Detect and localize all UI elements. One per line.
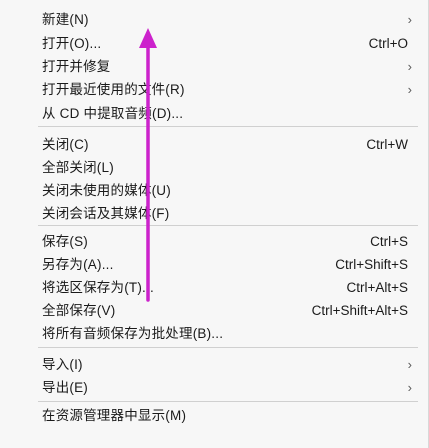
menu-item-label: 导入(I) (42, 357, 83, 372)
menu-item-open-and-repair[interactable]: 打开并修复 › (0, 57, 420, 77)
menu-item-label: 全部关闭(L) (42, 160, 114, 175)
menu-item-label: 关闭会话及其媒体(F) (42, 206, 170, 221)
chevron-right-icon: › (407, 357, 412, 372)
menu-item-label: 在资源管理器中显示(M) (42, 408, 187, 423)
menu-item-label: 将所有音频保存为批处理(B)... (42, 326, 224, 341)
menu-separator (38, 225, 418, 226)
menu-item-label: 导出(E) (42, 380, 88, 395)
chevron-right-icon: › (407, 12, 412, 27)
menu-item-save-all[interactable]: 全部保存(V) Ctrl+Shift+Alt+S (0, 301, 420, 321)
shortcut-label: Ctrl+Alt+S (346, 280, 408, 295)
shortcut-label: Ctrl+Shift+S (335, 257, 408, 272)
shortcut-label: Ctrl+Shift+Alt+S (311, 303, 408, 318)
menu-item-label: 另存为(A)... (42, 257, 114, 272)
menu-separator (38, 126, 418, 127)
menu-item-label: 关闭未使用的媒体(U) (42, 183, 171, 198)
chevron-right-icon: › (407, 59, 412, 74)
file-menu: 新建(N) › 打开(O)... Ctrl+O 打开并修复 › 打开最近使用的文… (0, 0, 429, 448)
menu-item-new[interactable]: 新建(N) › (0, 10, 420, 30)
menu-separator (38, 347, 418, 348)
menu-item-save[interactable]: 保存(S) Ctrl+S (0, 232, 420, 252)
menu-item-label: 打开(O)... (42, 36, 102, 51)
menu-item-batch-save-audio[interactable]: 将所有音频保存为批处理(B)... (0, 324, 420, 344)
menu-item-label: 打开并修复 (42, 59, 111, 74)
menu-item-label: 全部保存(V) (42, 303, 116, 318)
menu-item-label: 从 CD 中提取音频(D)... (42, 106, 184, 121)
menu-item-open-recent[interactable]: 打开最近使用的文件(R) › (0, 80, 420, 100)
menu-item-label: 打开最近使用的文件(R) (42, 82, 185, 97)
shortcut-label: Ctrl+O (368, 36, 408, 51)
menu-item-save-selection-as[interactable]: 将选区保存为(T)... Ctrl+Alt+S (0, 278, 420, 298)
menu-item-save-as[interactable]: 另存为(A)... Ctrl+Shift+S (0, 255, 420, 275)
chevron-right-icon: › (407, 380, 412, 395)
menu-item-label: 将选区保存为(T)... (42, 280, 154, 295)
menu-item-label: 保存(S) (42, 234, 88, 249)
menu-item-close-unused-media[interactable]: 关闭未使用的媒体(U) (0, 181, 420, 201)
chevron-right-icon: › (407, 82, 412, 97)
menu-item-open[interactable]: 打开(O)... Ctrl+O (0, 34, 420, 54)
menu-item-import[interactable]: 导入(I) › (0, 355, 420, 375)
menu-item-close-session-media[interactable]: 关闭会话及其媒体(F) (0, 204, 420, 224)
menu-item-close-all[interactable]: 全部关闭(L) (0, 158, 420, 178)
menu-item-close[interactable]: 关闭(C) Ctrl+W (0, 135, 420, 155)
shortcut-label: Ctrl+W (366, 137, 408, 152)
menu-item-extract-cd[interactable]: 从 CD 中提取音频(D)... (0, 104, 420, 124)
menu-item-show-in-explorer[interactable]: 在资源管理器中显示(M) (0, 406, 420, 426)
shortcut-label: Ctrl+S (370, 234, 408, 249)
menu-separator (38, 401, 418, 402)
menu-item-label: 新建(N) (42, 12, 89, 27)
menu-item-export[interactable]: 导出(E) › (0, 378, 420, 398)
menu-item-label: 关闭(C) (42, 137, 89, 152)
